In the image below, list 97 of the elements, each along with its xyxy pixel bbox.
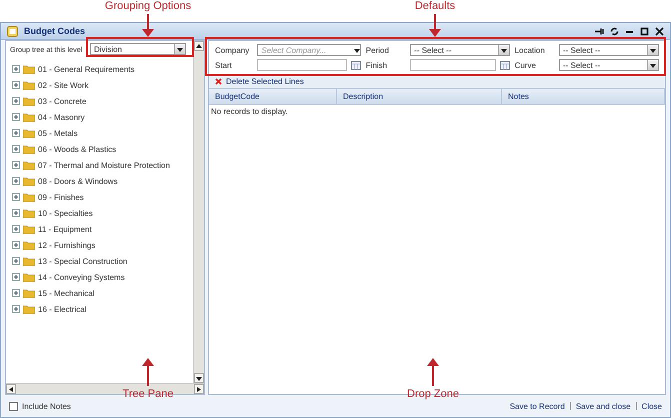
- select-field[interactable]: -- Select --: [558, 59, 659, 71]
- footer-link[interactable]: Close: [642, 402, 662, 410]
- footer-link[interactable]: Save and close: [576, 402, 631, 410]
- arrow-icon: [142, 358, 154, 386]
- close-icon[interactable]: [655, 26, 664, 36]
- expand-icon[interactable]: [12, 289, 20, 297]
- folder-icon: [23, 144, 35, 154]
- tree-item[interactable]: 16 - Electrical: [38, 304, 86, 314]
- callout-label: Drop Zone: [407, 388, 459, 400]
- tree-item[interactable]: 08 - Doors & Windows: [38, 176, 118, 186]
- column-header[interactable]: Notes: [502, 89, 665, 104]
- field-label: Period: [366, 46, 390, 54]
- tree-item[interactable]: 15 - Mechanical: [38, 288, 94, 298]
- caret-down-icon[interactable]: [650, 48, 656, 52]
- refresh-icon[interactable]: [610, 26, 619, 36]
- expand-icon[interactable]: [12, 225, 20, 233]
- folder-icon: [23, 112, 35, 122]
- field-label: Finish: [366, 60, 388, 70]
- calendar-icon[interactable]: [500, 60, 510, 70]
- window-icon: [7, 26, 18, 36]
- caret-down-icon[interactable]: [354, 48, 360, 52]
- expand-icon[interactable]: [12, 161, 20, 169]
- pin-icon[interactable]: [595, 26, 604, 36]
- tree-item[interactable]: 04 - Masonry: [38, 112, 85, 122]
- folder-icon: [23, 272, 35, 282]
- expand-icon[interactable]: [12, 145, 20, 153]
- expand-icon[interactable]: [12, 97, 20, 105]
- tree-item[interactable]: 11 - Equipment: [38, 224, 92, 234]
- tree-item[interactable]: 06 - Woods & Plastics: [38, 144, 116, 154]
- folder-icon: [23, 192, 35, 202]
- tree-item[interactable]: 09 - Finishes: [38, 192, 84, 202]
- footer-link[interactable]: Save to Record: [510, 402, 565, 410]
- window-title: Budget Codes: [24, 26, 86, 36]
- delete-icon: [215, 78, 222, 85]
- expand-icon[interactable]: [12, 257, 20, 265]
- field-label: Curve: [514, 60, 537, 70]
- folder-icon: [23, 80, 35, 90]
- select-field[interactable]: -- Select --: [410, 44, 510, 56]
- callout-label: Grouping Options: [104, 0, 192, 12]
- tree-item[interactable]: 03 - Concrete: [38, 96, 86, 106]
- folder-icon: [23, 128, 35, 138]
- expand-icon[interactable]: [12, 209, 20, 217]
- expand-icon[interactable]: [12, 65, 20, 73]
- select-field[interactable]: -- Select --: [558, 44, 659, 56]
- field-label: Company: [215, 46, 250, 54]
- tree-item[interactable]: 01 - General Requirements: [38, 64, 134, 74]
- column-header[interactable]: BudgetCode: [209, 89, 337, 104]
- expand-icon[interactable]: [12, 81, 20, 89]
- expand-icon[interactable]: [12, 241, 20, 249]
- callout-label: Defaults: [414, 0, 456, 12]
- tree-item[interactable]: 13 - Special Construction: [38, 256, 128, 266]
- grouping-select[interactable]: Division: [90, 43, 186, 55]
- expand-icon[interactable]: [12, 113, 20, 121]
- expand-icon[interactable]: [12, 177, 20, 185]
- caret-down-icon[interactable]: [196, 376, 202, 380]
- folder-icon: [23, 304, 35, 314]
- arrow-icon: [429, 14, 441, 37]
- folder-icon: [23, 240, 35, 250]
- expand-icon[interactable]: [12, 129, 20, 137]
- folder-icon: [23, 176, 35, 186]
- callout-label: Tree Pane: [122, 388, 174, 400]
- expand-icon[interactable]: [12, 193, 20, 201]
- tree-item[interactable]: 12 - Furnishings: [38, 240, 96, 250]
- calendar-icon[interactable]: [351, 60, 362, 70]
- maximize-icon[interactable]: [640, 26, 649, 36]
- folder-icon: [23, 96, 35, 106]
- folder-icon: [23, 256, 35, 266]
- folder-icon: [23, 224, 35, 234]
- caret-up-icon[interactable]: [196, 44, 202, 48]
- tree-item[interactable]: 14 - Conveying Systems: [38, 272, 125, 282]
- field-label: Location: [514, 46, 546, 54]
- tree-item[interactable]: 02 - Site Work: [38, 80, 89, 90]
- arrow-icon: [142, 14, 154, 37]
- checkbox-label: Include Notes: [22, 402, 71, 410]
- field-label: Start: [215, 60, 233, 70]
- vertical-scrollbar[interactable]: [193, 41, 204, 383]
- folder-icon: [23, 64, 35, 74]
- caret-down-icon[interactable]: [501, 48, 508, 52]
- expand-icon[interactable]: [12, 305, 20, 313]
- arrow-icon: [427, 358, 439, 386]
- date-field[interactable]: [410, 59, 496, 71]
- caret-down-icon[interactable]: [650, 62, 656, 68]
- caret-down-icon[interactable]: [177, 46, 183, 52]
- column-header[interactable]: Description: [337, 89, 502, 104]
- folder-icon: [23, 288, 35, 298]
- tree-item[interactable]: 07 - Thermal and Moisture Protection: [38, 160, 170, 170]
- caret-left-icon[interactable]: [8, 386, 14, 392]
- delete-button[interactable]: Delete Selected Lines: [213, 77, 306, 86]
- expand-icon[interactable]: [12, 273, 20, 281]
- empty-message: No records to display.: [210, 106, 289, 118]
- caret-right-icon[interactable]: [196, 386, 202, 392]
- date-field[interactable]: [257, 59, 348, 71]
- tree-item[interactable]: 10 - Specialties: [38, 208, 93, 218]
- tree-item[interactable]: 05 - Metals: [38, 128, 78, 138]
- include-notes-checkbox[interactable]: [9, 402, 18, 410]
- folder-icon: [23, 160, 35, 170]
- folder-icon: [23, 208, 35, 218]
